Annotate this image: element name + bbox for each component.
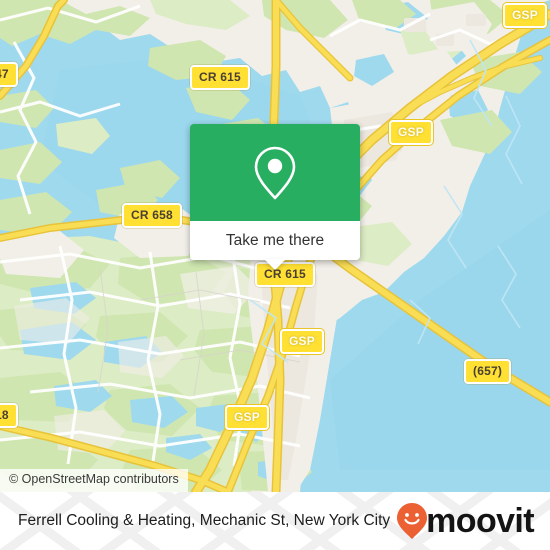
map-canvas[interactable]: 47 CR 615 GSP GSP CR 658 CR 615 GSP (657… (0, 0, 550, 492)
shield-label: (657) (473, 364, 503, 378)
page-title: Ferrell Cooling & Heating, Mechanic St, … (18, 512, 391, 529)
moovit-smiley-pin-icon (397, 503, 428, 539)
road-shield-47[interactable]: 47 (0, 62, 18, 87)
road-shield-gsp-southwest[interactable]: GSP (225, 405, 269, 430)
callout-action-row[interactable]: Take me there (190, 221, 360, 270)
shield-label: CR 658 (131, 208, 173, 222)
shield-label: CR 615 (199, 70, 241, 84)
road-shield-18[interactable]: 18 (0, 403, 18, 428)
callout-tail (264, 259, 286, 270)
road-shield-657[interactable]: (657) (464, 359, 512, 384)
shield-label: GSP (289, 334, 315, 348)
road-shield-gsp-center[interactable]: GSP (280, 329, 324, 354)
shield-label: 18 (0, 408, 9, 422)
moovit-logo[interactable]: moovit (396, 502, 535, 540)
road-shield-gsp-northeast[interactable]: GSP (503, 3, 547, 28)
road-shield-cr658[interactable]: CR 658 (122, 203, 182, 228)
shield-label: GSP (398, 125, 424, 139)
moovit-wordmark: moovit (426, 502, 534, 540)
shield-label: GSP (512, 8, 538, 22)
location-callout-card[interactable]: Take me there (190, 124, 360, 270)
moovit-map-page: 47 CR 615 GSP GSP CR 658 CR 615 GSP (657… (0, 0, 550, 550)
map-pin-icon (254, 146, 296, 199)
shield-label: GSP (234, 410, 260, 424)
road-shield-gsp-east[interactable]: GSP (389, 120, 433, 145)
map-attribution[interactable]: © OpenStreetMap contributors (0, 469, 188, 492)
take-me-there-label: Take me there (225, 231, 325, 249)
footer-bar: Ferrell Cooling & Heating, Mechanic St, … (0, 492, 550, 550)
callout-pin-panel (190, 124, 360, 221)
shield-label: 47 (0, 67, 9, 81)
road-shield-cr615-north[interactable]: CR 615 (190, 65, 250, 90)
